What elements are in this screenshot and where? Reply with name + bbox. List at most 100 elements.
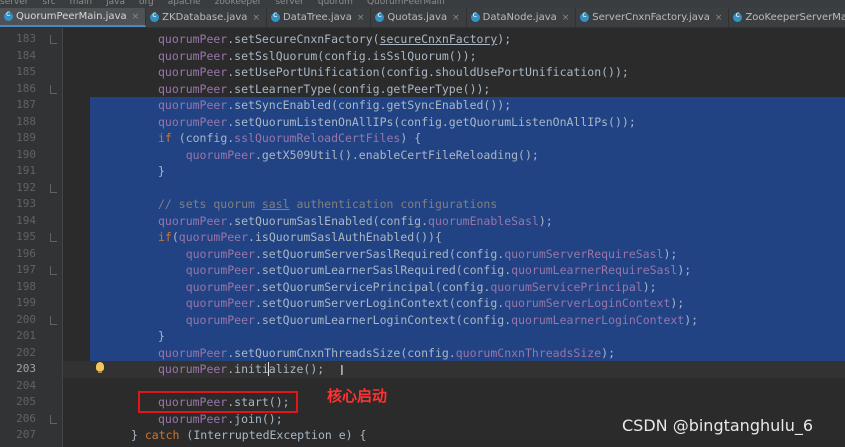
editor-tab-label: DataNode.java: [482, 12, 557, 23]
line-number: 183: [16, 32, 36, 45]
breadcrumb-item[interactable]: server: [0, 0, 29, 7]
java-class-icon: [470, 10, 480, 22]
breadcrumb: server src main java org apache zookeeper serve…: [0, 0, 845, 8]
breadcrumb-item[interactable]: src: [43, 0, 56, 7]
mouse-ibeam-icon: I: [340, 364, 344, 379]
close-icon[interactable]: ×: [562, 13, 570, 23]
line-number: 192: [16, 180, 36, 194]
line-number: 193: [16, 197, 36, 210]
highlight-box: [138, 391, 298, 413]
editor-tab-label: ZKDatabase.java: [162, 12, 248, 23]
line-number: 191: [16, 164, 36, 177]
editor-tab-bar: QuorumPeerMain.java×ZKDatabase.java×Data…: [0, 8, 845, 28]
java-class-icon: [580, 10, 590, 22]
code-line-203: quorumPeer.initialize();: [158, 362, 325, 376]
code-line-194: quorumPeer.setQuorumSaslEnabled(config.q…: [158, 213, 553, 228]
editor-tab[interactable]: DataTree.java ×: [267, 8, 372, 27]
breadcrumb-item[interactable]: quorum: [318, 0, 353, 7]
editor-tab-label: Quotas.java: [387, 12, 448, 23]
line-number: 195: [16, 230, 36, 243]
code-line-193: // sets quorum sasl authentication confi…: [158, 197, 498, 211]
fold-marker-icon[interactable]: [50, 414, 57, 424]
java-class-icon: [150, 10, 160, 22]
breadcrumb-item[interactable]: QuorumPeerMain: [367, 0, 445, 7]
close-icon[interactable]: ×: [715, 13, 723, 23]
java-class-icon: [733, 10, 743, 22]
editor-tab-label: ZooKeeperServerMain.java: [745, 12, 845, 23]
editor-tab[interactable]: ZooKeeperServerMain.java×: [729, 8, 845, 27]
fold-marker-icon[interactable]: [50, 315, 57, 325]
java-class-icon: [270, 10, 280, 22]
editor-tab-label: DataTree.java: [282, 12, 352, 23]
fold-marker-icon[interactable]: [50, 35, 57, 44]
line-number: 202: [16, 345, 36, 359]
editor-tab[interactable]: DataNode.java ×: [467, 8, 577, 27]
close-icon[interactable]: ×: [452, 13, 460, 23]
annotation-label: 核心启动: [327, 387, 388, 405]
code-line-202: quorumPeer.setQuorumCnxnThreadsSize(conf…: [158, 345, 615, 360]
code-editor[interactable]: quorumPeer.setSecureCnxnFactory(secureCn…: [63, 28, 845, 447]
code-line-183: quorumPeer.setSecureCnxnFactory(secureCn…: [158, 32, 512, 46]
close-icon[interactable]: ×: [252, 13, 260, 23]
code-line-201: }: [158, 329, 165, 343]
line-number: 203: [16, 362, 36, 375]
code-line-188: quorumPeer.setQuorumListenOnAllIPs(confi…: [158, 114, 636, 129]
line-number: 207: [16, 428, 36, 441]
code-line-187: quorumPeer.setSyncEnabled(config.getSync…: [158, 98, 512, 112]
close-icon[interactable]: ×: [357, 13, 365, 23]
code-line-184: quorumPeer.setSslQuorum(config.isSslQuor…: [158, 48, 477, 63]
line-number: 184: [16, 48, 36, 62]
code-line-197: quorumPeer.setQuorumLearnerSaslRequired(…: [185, 263, 692, 277]
watermark: CSDN @bingtanghulu_6: [622, 416, 814, 435]
text-caret: [268, 362, 269, 376]
breadcrumb-item[interactable]: main: [70, 0, 93, 7]
line-number: 200: [16, 312, 36, 326]
java-class-icon: [4, 9, 13, 21]
line-number: 198: [16, 279, 36, 293]
fold-marker-icon[interactable]: [50, 84, 57, 94]
breadcrumb-item[interactable]: apache: [168, 0, 201, 7]
code-line-198: quorumPeer.setQuorumServicePrincipal(con…: [185, 279, 657, 294]
editor-tab[interactable]: ServerCnxnFactory.java ×: [576, 8, 730, 27]
code-line-196: quorumPeer.setQuorumServerSaslRequired(c…: [185, 246, 678, 261]
breadcrumb-item[interactable]: server: [275, 0, 304, 7]
code-line-185: quorumPeer.setUsePortUnification(config.…: [158, 65, 629, 79]
code-line-200: quorumPeer.setQuorumLearnerLoginContext(…: [185, 312, 699, 327]
code-line-199: quorumPeer.setQuorumServerLoginContext(c…: [185, 296, 685, 310]
line-number: 185: [16, 65, 36, 78]
line-number: 204: [16, 378, 36, 392]
editor-tab-label: QuorumPeerMain.java: [16, 11, 127, 22]
line-number: 201: [16, 329, 36, 342]
close-icon[interactable]: ×: [132, 12, 140, 22]
code-line-189: if (config.sslQuorumReloadCertFiles) {: [158, 131, 422, 145]
line-number: 190: [16, 147, 36, 161]
code-line-191: }: [158, 164, 165, 178]
breadcrumb-item[interactable]: java: [106, 0, 125, 7]
fold-marker-icon[interactable]: [50, 233, 57, 242]
line-number: 189: [16, 131, 36, 144]
line-number: 197: [16, 263, 36, 276]
breadcrumb-item[interactable]: zookeeper: [215, 0, 262, 7]
editor-tab-label: ServerCnxnFactory.java: [592, 12, 710, 23]
line-number: 206: [16, 411, 36, 425]
editor-tab[interactable]: QuorumPeerMain.java ×: [0, 8, 147, 27]
line-number: 196: [16, 246, 36, 260]
code-line-190: quorumPeer.getX509Util().enableCertFileR…: [185, 147, 539, 162]
fold-marker-icon[interactable]: [50, 266, 57, 275]
editor-tab[interactable]: Quotas.java ×: [371, 8, 467, 27]
line-number: 187: [16, 98, 36, 111]
code-line-186: quorumPeer.setLearnerType(config.getPeer…: [158, 81, 491, 96]
line-number: 194: [16, 213, 36, 227]
line-number: 186: [16, 81, 36, 95]
java-class-icon: [375, 10, 385, 22]
code-line-207: } catch (InterruptedException e) {: [131, 428, 367, 442]
code-line-195: if(quorumPeer.isQuorumSaslAuthEnabled())…: [158, 230, 442, 244]
fold-marker-icon[interactable]: [50, 183, 57, 193]
line-number: 188: [16, 114, 36, 128]
editor-tab[interactable]: ZKDatabase.java ×: [146, 8, 267, 27]
breadcrumb-item[interactable]: org: [139, 0, 154, 7]
line-number: 205: [16, 395, 36, 408]
line-number: 199: [16, 296, 36, 309]
line-number-gutter: 183 184 185 186 187 188 189 190 191 192 193 194 195 1…: [0, 28, 63, 447]
intention-bulb-icon[interactable]: [96, 362, 104, 373]
